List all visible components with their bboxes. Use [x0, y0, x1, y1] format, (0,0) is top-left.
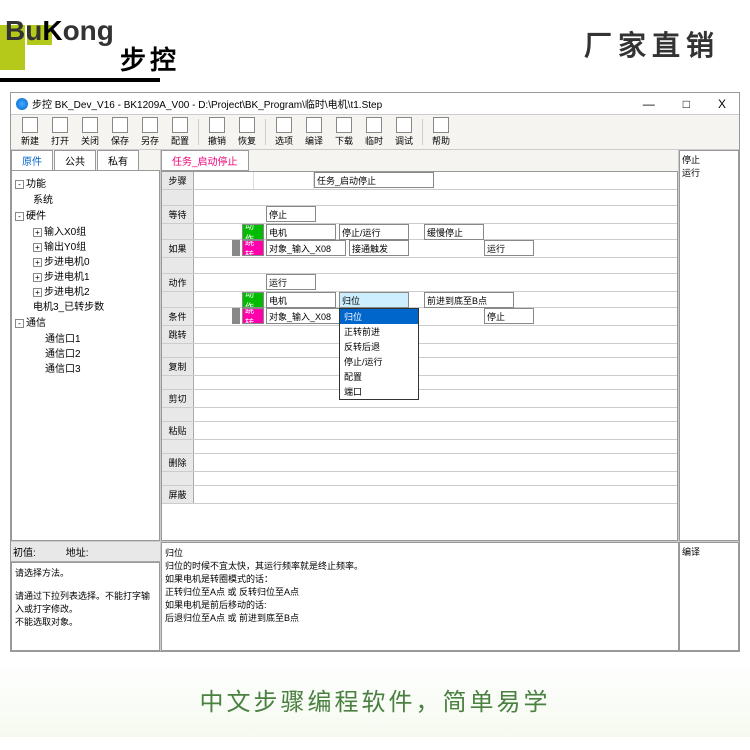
- tool-compile[interactable]: 编译: [300, 117, 328, 147]
- task-tab[interactable]: 任务_启动停止: [161, 150, 249, 171]
- footer-caption: 中文步骤编程软件，简单易学: [0, 662, 750, 737]
- help-center: 归位 归位的时候不宜太快，其运行频率就是终止频率。 如果电机是转圈模式的话： 正…: [161, 542, 679, 651]
- toolbar: 新建 打开 关闭 保存 另存 配置 撤销 恢复 选项 编译 下载 临时 调试 帮…: [11, 115, 739, 150]
- left-panel: 原件 公共 私有 -功能 系统 -硬件 +输入X0组 +输出Y0组 +步进电机0…: [11, 150, 161, 541]
- tool-close[interactable]: 关闭: [76, 117, 104, 147]
- tool-config[interactable]: 配置: [166, 117, 194, 147]
- titlebar: 步控 BK_Dev_V16 - BK1209A_V00 - D:\Project…: [11, 93, 739, 115]
- tab-public[interactable]: 公共: [54, 150, 96, 170]
- tool-open[interactable]: 打开: [46, 117, 74, 147]
- logo-cn: 步控: [120, 40, 180, 77]
- combo-open[interactable]: 归位: [339, 292, 409, 308]
- step-grid[interactable]: 步骤 任务_启动停止 等待 停止 动作 电机 停止/运行: [161, 171, 678, 541]
- addr-label: 地址:: [66, 544, 89, 559]
- tool-saveas[interactable]: 另存: [136, 117, 164, 147]
- initval-label: 初值:: [13, 544, 36, 559]
- maximize-button[interactable]: □: [675, 97, 698, 111]
- app-window: 步控 BK_Dev_V16 - BK1209A_V00 - D:\Project…: [10, 92, 740, 652]
- tab-private[interactable]: 私有: [97, 150, 139, 170]
- tool-download[interactable]: 下载: [330, 117, 358, 147]
- tool-save[interactable]: 保存: [106, 117, 134, 147]
- help-left: 请选择方法。 请通过下拉列表选择。不能打字输入或打字修改。 不能选取对象。: [11, 562, 160, 651]
- window-title: 步控 BK_Dev_V16 - BK1209A_V00 - D:\Project…: [32, 96, 382, 111]
- tool-debug[interactable]: 调试: [390, 117, 418, 147]
- center-panel: 任务_启动停止 步骤 任务_启动停止 等待 停止: [161, 150, 679, 541]
- dropdown-list[interactable]: 归位 正转前进 反转后退 停止/运行 配置 端口: [339, 308, 419, 400]
- app-icon: [16, 98, 28, 110]
- slogan: 厂家直销: [584, 24, 720, 64]
- tool-undo[interactable]: 撤销: [203, 117, 231, 147]
- compile-panel: 编译: [679, 542, 739, 651]
- close-button[interactable]: X: [710, 97, 734, 111]
- tool-redo[interactable]: 恢复: [233, 117, 261, 147]
- logo: BuKong 步控: [0, 10, 180, 77]
- tree-view[interactable]: -功能 系统 -硬件 +输入X0组 +输出Y0组 +步进电机0 +步进电机1 +…: [11, 170, 160, 541]
- tool-options[interactable]: 选项: [270, 117, 298, 147]
- tab-yuanjian[interactable]: 原件: [11, 150, 53, 170]
- tool-temp[interactable]: 临时: [360, 117, 388, 147]
- tool-new[interactable]: 新建: [16, 117, 44, 147]
- right-panel: 停止 运行: [679, 150, 739, 541]
- tool-help[interactable]: 帮助: [427, 117, 455, 147]
- minimize-button[interactable]: —: [635, 97, 663, 111]
